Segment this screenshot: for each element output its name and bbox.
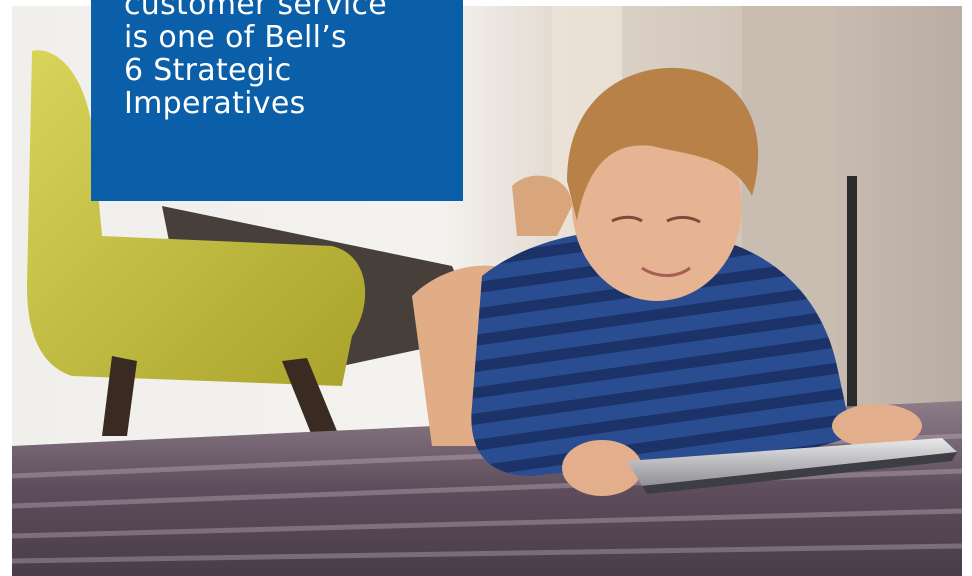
callout-line: Imperatives xyxy=(124,86,306,121)
callout-line: customer service xyxy=(124,0,388,22)
left-hand xyxy=(562,440,642,496)
callout-text: customer service is one of Bell’s 6 Stra… xyxy=(124,0,445,120)
callout-line: 6 Strategic xyxy=(124,53,292,88)
lamp-pole xyxy=(847,176,857,416)
page: customer service is one of Bell’s 6 Stra… xyxy=(0,0,972,576)
quote-callout: customer service is one of Bell’s 6 Stra… xyxy=(91,0,463,201)
callout-line: is one of Bell’s xyxy=(124,20,347,55)
